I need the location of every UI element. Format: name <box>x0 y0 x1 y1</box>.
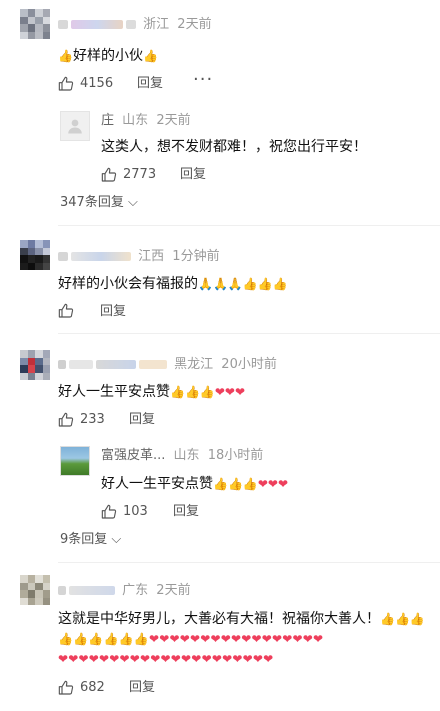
thumb-up-outline-icon <box>58 680 74 695</box>
heart-emoji-icon: ❤ <box>257 477 268 491</box>
thumbs-up-emoji-icon: 👍 <box>213 477 228 491</box>
divider <box>58 225 440 226</box>
comment-text: 这就是中华好男儿，大善必有大福！祝福你大善人！👍👍👍 <box>58 611 425 627</box>
thumbs-up-emoji-icon: 👍 <box>184 385 200 399</box>
comment-emoji-line: 👍👍👍👍👍👍❤❤❤❤❤❤❤❤❤❤❤❤❤❤❤❤❤ <box>58 628 323 650</box>
like-button[interactable]: 682 <box>58 679 105 697</box>
thumbs-up-emoji-icon: 👍 <box>199 385 215 399</box>
like-button[interactable]: 2773 <box>101 166 156 184</box>
comment-location: 广东 <box>122 583 149 598</box>
heart-emoji-icon: ❤❤❤❤❤❤❤❤❤❤❤❤❤❤❤❤❤ <box>148 632 324 646</box>
chevron-down-icon: ⌵ <box>123 195 138 210</box>
comment-meta: 广东 2天前 <box>58 583 191 599</box>
reply-text: 这类人，想不发财都难！，祝您出行平安！ <box>101 139 367 155</box>
thumbs-up-emoji-icon: 👍 <box>58 632 74 646</box>
thumbs-up-emoji-icon: 👍 <box>242 277 258 291</box>
divider <box>58 333 440 334</box>
reply-meta: 庄 山东 2天前 <box>101 113 191 129</box>
reply-button[interactable]: 回复 <box>100 303 126 321</box>
comment-emoji-line: ❤❤❤❤❤❤❤❤❤❤❤❤❤❤❤❤❤❤❤❤❤ <box>58 648 273 670</box>
comment-location: 江西 <box>138 249 165 264</box>
pray-emoji-icon: 🙏 <box>198 277 213 291</box>
divider <box>58 562 440 563</box>
heart-emoji-icon: ❤ <box>234 385 246 399</box>
thumbs-up-emoji-icon: 👍 <box>58 49 73 63</box>
view-more-replies-link[interactable]: 347条回复 ⌵ <box>60 194 138 212</box>
like-count: 2773 <box>123 167 157 182</box>
heart-emoji-icon: ❤ <box>224 385 235 399</box>
like-count: 682 <box>80 680 105 695</box>
like-button[interactable]: 103 <box>101 503 148 521</box>
comment-time: 1分钟前 <box>172 249 220 264</box>
comment-meta: 江西 1分钟前 <box>58 249 220 265</box>
pray-emoji-icon: 🙏 <box>227 277 243 291</box>
reply-meta: 富强皮革... 山东 18小时前 <box>101 448 263 464</box>
comment-time: 2天前 <box>156 583 191 598</box>
avatar[interactable] <box>20 240 50 270</box>
reply-button[interactable]: 回复 <box>129 411 155 429</box>
reply-button[interactable]: 回复 <box>137 75 163 93</box>
pray-emoji-icon: 🙏 <box>212 277 228 291</box>
heart-emoji-icon: ❤ <box>277 477 289 491</box>
comment-time: 2天前 <box>177 17 212 32</box>
thumbs-up-emoji-icon: 👍 <box>380 612 395 626</box>
comment-meta: 黑龙江 20小时前 <box>58 357 277 373</box>
thumb-up-outline-icon <box>58 303 74 318</box>
comment-text: 好人一生平安点赞👍👍👍❤❤❤ <box>58 384 246 400</box>
thumbs-up-emoji-icon: 👍 <box>227 477 243 491</box>
thumbs-up-emoji-icon: 👍 <box>118 632 134 646</box>
thumbs-up-emoji-icon: 👍 <box>409 612 425 626</box>
reply-time: 18小时前 <box>207 448 264 463</box>
thumb-up-outline-icon <box>101 167 117 182</box>
thumbs-up-emoji-icon: 👍 <box>170 385 185 399</box>
like-button[interactable] <box>58 303 80 319</box>
comment-meta: 浙江 2天前 <box>58 17 212 33</box>
view-more-replies-link[interactable]: 9条回复 ⌵ <box>60 531 121 549</box>
avatar[interactable] <box>20 9 50 39</box>
thumbs-up-emoji-icon: 👍 <box>242 477 258 491</box>
reply-author[interactable]: 庄 <box>101 113 114 128</box>
comment-location: 浙江 <box>143 17 170 32</box>
like-count: 103 <box>123 504 148 519</box>
comment-location: 黑龙江 <box>174 357 214 372</box>
reply-button[interactable]: 回复 <box>173 503 199 521</box>
default-user-icon <box>68 119 82 134</box>
thumbs-up-emoji-icon: 👍 <box>73 632 89 646</box>
like-count: 233 <box>80 412 105 427</box>
heart-emoji-icon: ❤ <box>214 385 225 399</box>
more-options-icon[interactable]: ··· <box>193 71 213 89</box>
thumbs-up-emoji-icon: 👍 <box>103 632 119 646</box>
reply-button[interactable]: 回复 <box>180 166 206 184</box>
heart-emoji-icon: ❤❤❤❤❤❤❤❤❤❤❤❤❤❤❤❤❤❤❤❤❤ <box>58 652 274 666</box>
avatar[interactable] <box>20 350 50 380</box>
comment-text: 好样的小伙会有福报的🙏🙏🙏👍👍👍 <box>58 276 288 292</box>
reply-time: 2天前 <box>156 113 191 128</box>
thumbs-up-emoji-icon: 👍 <box>272 277 288 291</box>
chevron-down-icon: ⌵ <box>107 532 122 547</box>
comment-time: 20小时前 <box>221 357 277 372</box>
thumb-up-outline-icon <box>58 412 74 427</box>
avatar[interactable] <box>60 111 90 141</box>
like-button[interactable]: 233 <box>58 411 105 429</box>
thumb-up-outline-icon <box>101 504 117 519</box>
reply-button[interactable]: 回复 <box>129 679 155 697</box>
thumbs-up-emoji-icon: 👍 <box>257 277 273 291</box>
comment-text: 👍好样的小伙👍 <box>58 48 158 64</box>
thumbs-up-emoji-icon: 👍 <box>394 612 410 626</box>
reply-author[interactable]: 富强皮革... <box>101 448 165 463</box>
reply-text: 好人一生平安点赞👍👍👍❤❤❤ <box>101 476 289 492</box>
avatar[interactable] <box>20 575 50 605</box>
thumb-up-outline-icon <box>58 76 74 91</box>
reply-location: 山东 <box>173 448 200 463</box>
thumbs-up-emoji-icon: 👍 <box>133 632 149 646</box>
thumbs-up-emoji-icon: 👍 <box>88 632 104 646</box>
like-count: 4156 <box>80 76 114 91</box>
avatar[interactable] <box>60 446 90 476</box>
like-button[interactable]: 4156 <box>58 75 113 93</box>
reply-location: 山东 <box>122 113 149 128</box>
thumbs-up-emoji-icon: 👍 <box>142 49 158 63</box>
heart-emoji-icon: ❤ <box>267 477 278 491</box>
